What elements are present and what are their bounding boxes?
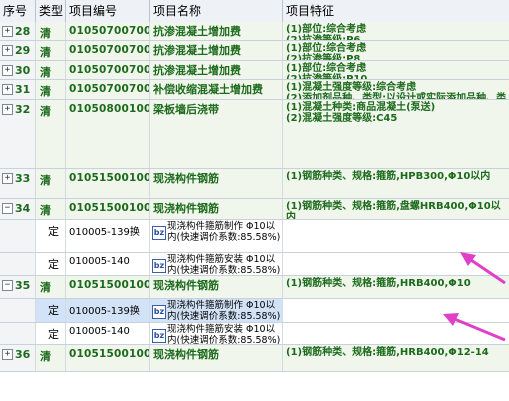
- annotation-overlay: [443, 252, 506, 342]
- magenta-arrow-icon: [443, 313, 506, 342]
- magenta-arrow-icon: [460, 252, 506, 285]
